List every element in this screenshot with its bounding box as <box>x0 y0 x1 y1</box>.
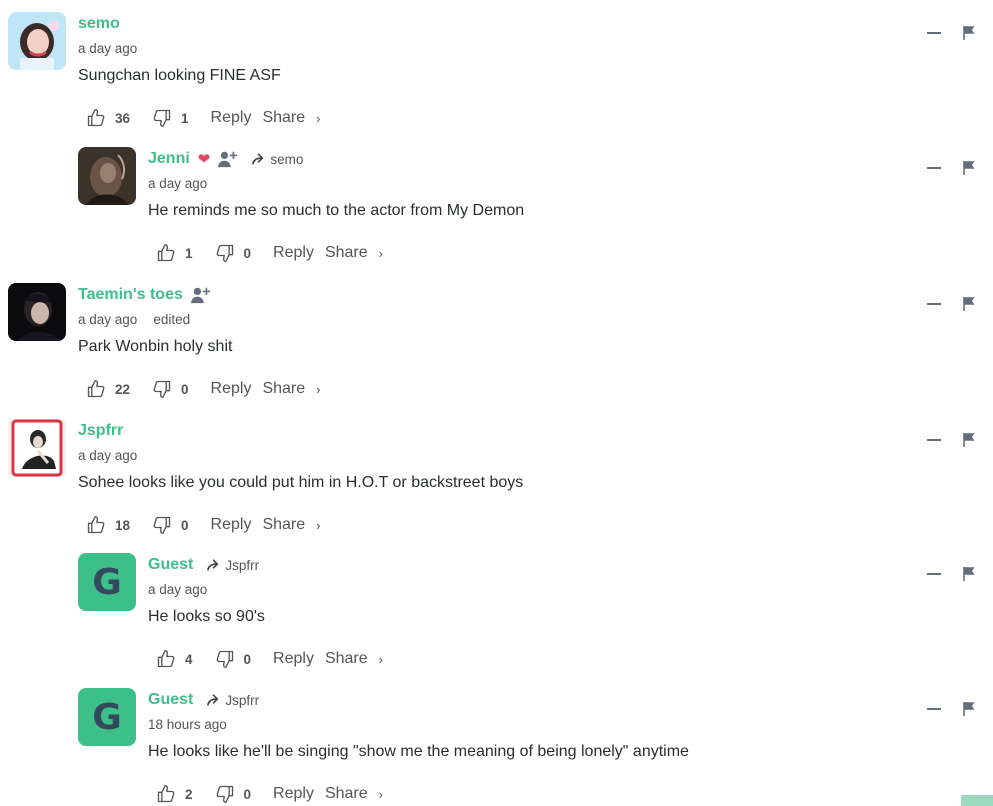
share-button[interactable]: Share › <box>262 380 320 398</box>
feedback-tab[interactable] <box>961 795 993 806</box>
comment-guest-1: G Guest Jspfrr a day ago He looks so 90'… <box>0 553 993 688</box>
avatar[interactable]: G <box>78 553 136 611</box>
reply-button[interactable]: Reply <box>273 650 314 668</box>
reply-button[interactable]: Reply <box>273 244 314 262</box>
thumbs-up-icon <box>86 379 106 399</box>
comment-taemins-toes: Taemin's toes a day ago edited Park Wonbi… <box>0 283 993 418</box>
share-button[interactable]: Share › <box>325 785 383 803</box>
chevron-right-icon: › <box>378 786 383 802</box>
chevron-right-icon: › <box>378 245 383 261</box>
flag-icon[interactable] <box>963 161 975 175</box>
dislike-button[interactable]: 1 <box>152 108 189 128</box>
dislike-button[interactable]: 0 <box>215 649 251 669</box>
flag-icon[interactable] <box>963 433 975 447</box>
dislike-button[interactable]: 0 <box>215 243 251 263</box>
comment-jenni: Jenni ❤ semo a day ago He reminds me so … <box>0 147 993 282</box>
like-button[interactable]: 2 <box>156 784 193 804</box>
author-name[interactable]: Jenni <box>148 150 190 168</box>
reply-to-link[interactable]: semo <box>252 152 303 167</box>
dislike-button[interactable]: 0 <box>152 379 189 399</box>
comment-text: Sungchan looking FINE ASF <box>78 67 281 84</box>
avatar[interactable] <box>8 283 66 341</box>
timestamp[interactable]: a day ago <box>78 448 137 463</box>
collapse-icon[interactable] <box>927 303 941 305</box>
chevron-right-icon: › <box>378 651 383 667</box>
like-button[interactable]: 4 <box>156 649 193 669</box>
avatar[interactable] <box>78 147 136 205</box>
share-button[interactable]: Share › <box>325 244 383 262</box>
flag-icon[interactable] <box>963 297 975 311</box>
thumbs-up-icon <box>156 649 176 669</box>
edited-label: edited <box>153 311 191 327</box>
flag-icon[interactable] <box>963 26 975 40</box>
reply-to-link[interactable]: Jspfrr <box>207 693 259 708</box>
reply-button[interactable]: Reply <box>211 380 252 398</box>
author-name[interactable]: Guest <box>148 691 193 709</box>
thumbs-up-icon <box>86 515 106 535</box>
like-button[interactable]: 36 <box>86 108 130 128</box>
chevron-right-icon: › <box>316 381 321 397</box>
thumbs-up-icon <box>156 784 176 804</box>
collapse-icon[interactable] <box>927 167 941 169</box>
flag-icon[interactable] <box>963 702 975 716</box>
comment-text: Park Wonbin holy shit <box>78 338 233 355</box>
comment-guest-2: G Guest Jspfrr 18 hours ago He looks lik… <box>0 688 993 806</box>
thumbs-up-icon <box>86 108 106 128</box>
thumbs-down-icon <box>152 515 172 535</box>
dislike-button[interactable]: 0 <box>215 784 251 804</box>
share-button[interactable]: Share › <box>262 516 320 534</box>
thumbs-up-icon <box>156 243 176 263</box>
like-button[interactable]: 18 <box>86 515 130 535</box>
collapse-icon[interactable] <box>927 573 941 575</box>
reply-arrow-icon <box>207 559 222 571</box>
author-name[interactable]: Taemin's toes <box>78 286 183 304</box>
comment-text: Sohee looks like you could put him in H.… <box>78 474 524 491</box>
chevron-right-icon: › <box>316 517 321 533</box>
reply-button[interactable]: Reply <box>273 785 314 803</box>
timestamp[interactable]: a day ago <box>148 582 207 597</box>
timestamp[interactable]: 18 hours ago <box>148 717 227 732</box>
thumbs-down-icon <box>215 649 235 669</box>
timestamp[interactable]: a day ago <box>148 176 207 191</box>
reply-button[interactable]: Reply <box>211 109 252 127</box>
dislike-button[interactable]: 0 <box>152 515 189 535</box>
follow-user-icon[interactable] <box>218 150 238 168</box>
comment-semo: semo a day ago Sungchan looking FINE ASF… <box>0 12 993 147</box>
thumbs-down-icon <box>215 784 235 804</box>
like-button[interactable]: 1 <box>156 243 193 263</box>
comment-text: He looks like he'll be singing "show me … <box>148 743 689 760</box>
thumbs-down-icon <box>152 108 172 128</box>
heart-badge-icon: ❤ <box>197 151 211 168</box>
avatar[interactable]: G <box>78 688 136 746</box>
timestamp[interactable]: a day ago <box>78 312 137 327</box>
timestamp[interactable]: a day ago <box>78 41 137 56</box>
collapse-icon[interactable] <box>927 32 941 34</box>
thumbs-down-icon <box>215 243 235 263</box>
author-name[interactable]: Jspfrr <box>78 422 123 440</box>
reply-arrow-icon <box>207 694 222 706</box>
reply-arrow-icon <box>252 153 267 165</box>
like-button[interactable]: 22 <box>86 379 130 399</box>
avatar[interactable] <box>8 419 66 477</box>
thumbs-down-icon <box>152 379 172 399</box>
collapse-icon[interactable] <box>927 439 941 441</box>
avatar[interactable] <box>8 12 66 70</box>
author-name[interactable]: Guest <box>148 556 193 574</box>
reply-button[interactable]: Reply <box>211 516 252 534</box>
comment-jspfrr: Jspfrr a day ago Sohee looks like you co… <box>0 419 993 554</box>
follow-user-icon[interactable] <box>191 286 211 304</box>
chevron-right-icon: › <box>316 110 321 126</box>
author-name[interactable]: semo <box>78 15 120 33</box>
collapse-icon[interactable] <box>927 708 941 710</box>
comment-text: He looks so 90's <box>148 608 265 625</box>
reply-to-link[interactable]: Jspfrr <box>207 558 259 573</box>
comment-text: He reminds me so much to the actor from … <box>148 202 525 219</box>
flag-icon[interactable] <box>963 567 975 581</box>
share-button[interactable]: Share › <box>262 109 320 127</box>
share-button[interactable]: Share › <box>325 650 383 668</box>
